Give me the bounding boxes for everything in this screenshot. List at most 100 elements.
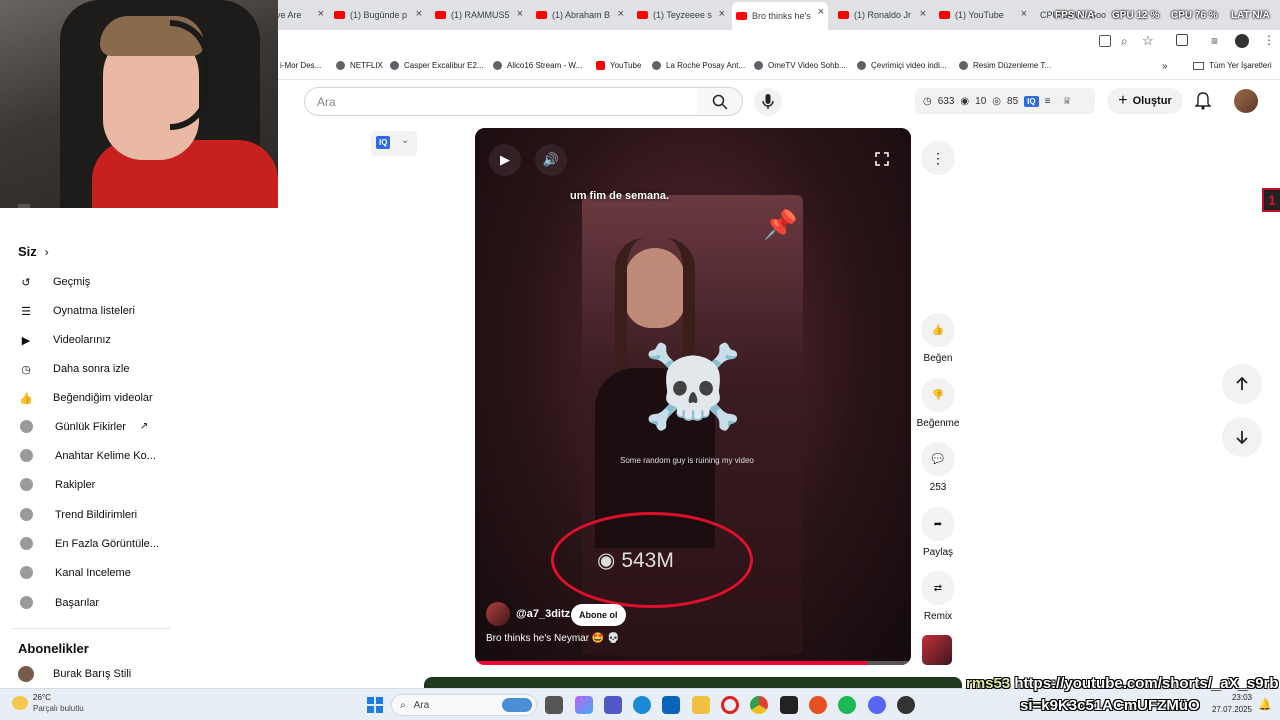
channel-handle[interactable]: @a7_3ditz [516, 608, 570, 620]
sidebar-item-competitors[interactable]: Rakipler [18, 478, 95, 491]
volume-button[interactable]: 🔊 [535, 144, 567, 176]
file-explorer-icon[interactable] [692, 696, 710, 714]
taskbar-search[interactable]: ⌕ Ara [391, 694, 537, 716]
teams-icon[interactable] [604, 696, 622, 714]
browser-tab[interactable]: (1) YouTube × [935, 4, 1031, 26]
sidebar-item-playlists[interactable]: ☰ Oynatma listeleri [18, 303, 135, 319]
close-icon[interactable]: × [517, 8, 523, 20]
fullscreen-icon [875, 152, 889, 166]
browser-tab[interactable]: (1) Abraham B × [532, 4, 628, 26]
close-icon[interactable]: × [920, 8, 926, 20]
app-icon[interactable] [809, 696, 827, 714]
youtube-icon [435, 11, 446, 19]
browser-tab[interactable]: (1) Bugünde p × [330, 4, 426, 26]
all-bookmarks[interactable]: Tüm Yer İşaretleri [1193, 61, 1272, 70]
bookmark[interactable]: La Roche Posay Ant... [652, 61, 745, 70]
more-bookmarks-icon[interactable]: » [1162, 61, 1168, 72]
bookmark[interactable]: Alico16 Stream - W... [493, 61, 582, 70]
create-button[interactable]: + Oluştur [1107, 88, 1183, 114]
close-icon[interactable]: × [618, 8, 624, 20]
weather-desc[interactable]: Parçalı bulutlu [33, 704, 84, 713]
bookmark[interactable]: NETFLIX [336, 61, 383, 70]
browser-tab-active[interactable]: Bro thinks he's × [732, 2, 828, 30]
search-input[interactable]: Ara [304, 87, 698, 116]
comments-button[interactable]: 💬 253 [912, 442, 964, 493]
more-options-button[interactable]: ⋮ [921, 141, 955, 175]
sidebar-item-channel-review[interactable]: Kanal Inceleme [18, 566, 131, 579]
close-icon[interactable]: × [318, 8, 324, 20]
share-button[interactable]: ➦ Paylaş [912, 507, 964, 558]
extensions-icon[interactable] [1176, 34, 1188, 46]
bookmark[interactable]: OmeTV Video Sohb... [754, 61, 846, 70]
sidebar-item-most-viewed[interactable]: En Fazla Görüntüle... [18, 537, 159, 550]
discord-icon[interactable] [868, 696, 886, 714]
sidebar-item-trend-alerts[interactable]: Trend Bildirimleri [18, 508, 137, 521]
playlist-icon: ☰ [21, 305, 31, 318]
sidebar-item-achievements[interactable]: Başarılar [18, 596, 99, 609]
vidiq-button[interactable]: IQ ⌄ [371, 131, 417, 156]
copilot-icon[interactable] [575, 696, 593, 714]
volume-icon: 🔊 [542, 152, 560, 167]
opera-icon[interactable] [721, 696, 739, 714]
star-icon[interactable]: ☆ [1142, 33, 1154, 49]
fullscreen-button[interactable] [867, 144, 897, 174]
browser-tab[interactable]: (1) Teyzeeee s × [633, 4, 729, 26]
shorts-player[interactable]: 📌 ☠️ um fim de semana. Some random guy i… [475, 128, 911, 665]
tab-label: (1) Ronaldo Jr [854, 10, 912, 20]
sound-thumbnail[interactable] [922, 635, 952, 665]
voice-search-button[interactable] [754, 88, 782, 116]
close-icon[interactable]: × [416, 8, 422, 20]
outlook-icon[interactable] [662, 696, 680, 714]
search-button[interactable] [697, 87, 743, 116]
like-button[interactable]: 👍 Beğen [912, 313, 964, 364]
bookmark[interactable]: YouTube [596, 61, 641, 70]
channel-avatar[interactable] [486, 602, 510, 626]
iq-badge[interactable]: IQ [1024, 95, 1039, 107]
browser-tab[interactable]: (1) Ronaldo Jr × [834, 4, 930, 26]
gpu-readout: GPU 12 % [1112, 10, 1160, 21]
bookmark[interactable]: Casper Excalibur E2... [390, 61, 484, 70]
sidebar-item-history[interactable]: ↺ Geçmiş [18, 274, 90, 290]
remix-button[interactable]: ⇄ Remix [912, 571, 964, 622]
sidebar-item-your-videos[interactable]: ▶ Videolarınız [18, 332, 111, 348]
list-icon[interactable]: ≡ [1045, 96, 1051, 107]
zoom-icon[interactable]: ⌕ [1121, 34, 1128, 49]
next-short-button[interactable] [1222, 417, 1262, 457]
app-icon[interactable] [897, 696, 915, 714]
bookmark[interactable]: Resim Düzenleme T... [959, 61, 1051, 70]
task-view-icon[interactable] [545, 696, 563, 714]
install-icon[interactable] [1099, 35, 1111, 47]
sidebar-item-daily-ideas[interactable]: Günlük Fikirler ↗ [18, 420, 148, 433]
notifications-icon[interactable] [1194, 92, 1212, 115]
sidebar-item-watch-later[interactable]: ◷ Daha sonra izle [18, 361, 129, 377]
progress-track[interactable] [475, 661, 911, 665]
terminal-icon[interactable] [780, 696, 798, 714]
windows-start-icon[interactable] [367, 697, 383, 713]
subscription-item[interactable]: Burak Barış Stili [18, 666, 131, 682]
side-notification-badge[interactable]: 1 [1262, 188, 1280, 212]
trophy-icon[interactable]: ♕ [1062, 96, 1071, 107]
sidebar-item-liked[interactable]: 👍 Beğendiğim videolar [18, 390, 153, 406]
dislike-button[interactable]: 👎 Beğenme [912, 378, 964, 429]
close-icon[interactable]: × [818, 6, 824, 18]
chrome-icon[interactable] [750, 696, 768, 714]
bookmark[interactable]: i-Mor Des... [280, 61, 321, 70]
close-icon[interactable]: × [719, 8, 725, 20]
avatar[interactable] [1234, 89, 1258, 113]
browser-tab[interactable]: ve Are × [272, 4, 328, 26]
subscribe-button[interactable]: Abone ol [571, 604, 626, 626]
sidebar-you-header[interactable]: Siz › [18, 244, 49, 259]
close-icon[interactable]: × [1021, 8, 1027, 20]
edge-icon[interactable] [633, 696, 651, 714]
play-button[interactable]: ▶ [489, 144, 521, 176]
bookmark[interactable]: Çevrimiçi video indi... [857, 61, 947, 70]
menu-icon[interactable]: ⋮ [1263, 33, 1275, 47]
previous-short-button[interactable] [1222, 364, 1262, 404]
reading-list-icon[interactable]: ≡ [1211, 34, 1218, 48]
sidebar-item-keywords[interactable]: Anahtar Kelime Ko... [18, 449, 156, 462]
browser-tab[interactable]: (1) RAMMUS5 × [431, 4, 527, 26]
vidiq-stats[interactable]: ◷ 633 ◉ 10 ◎ 85 IQ ≡ ♕ [915, 88, 1095, 114]
profile-icon[interactable] [1235, 34, 1249, 48]
weather-temp[interactable]: 26°C [33, 693, 51, 702]
spotify-icon[interactable] [838, 696, 856, 714]
